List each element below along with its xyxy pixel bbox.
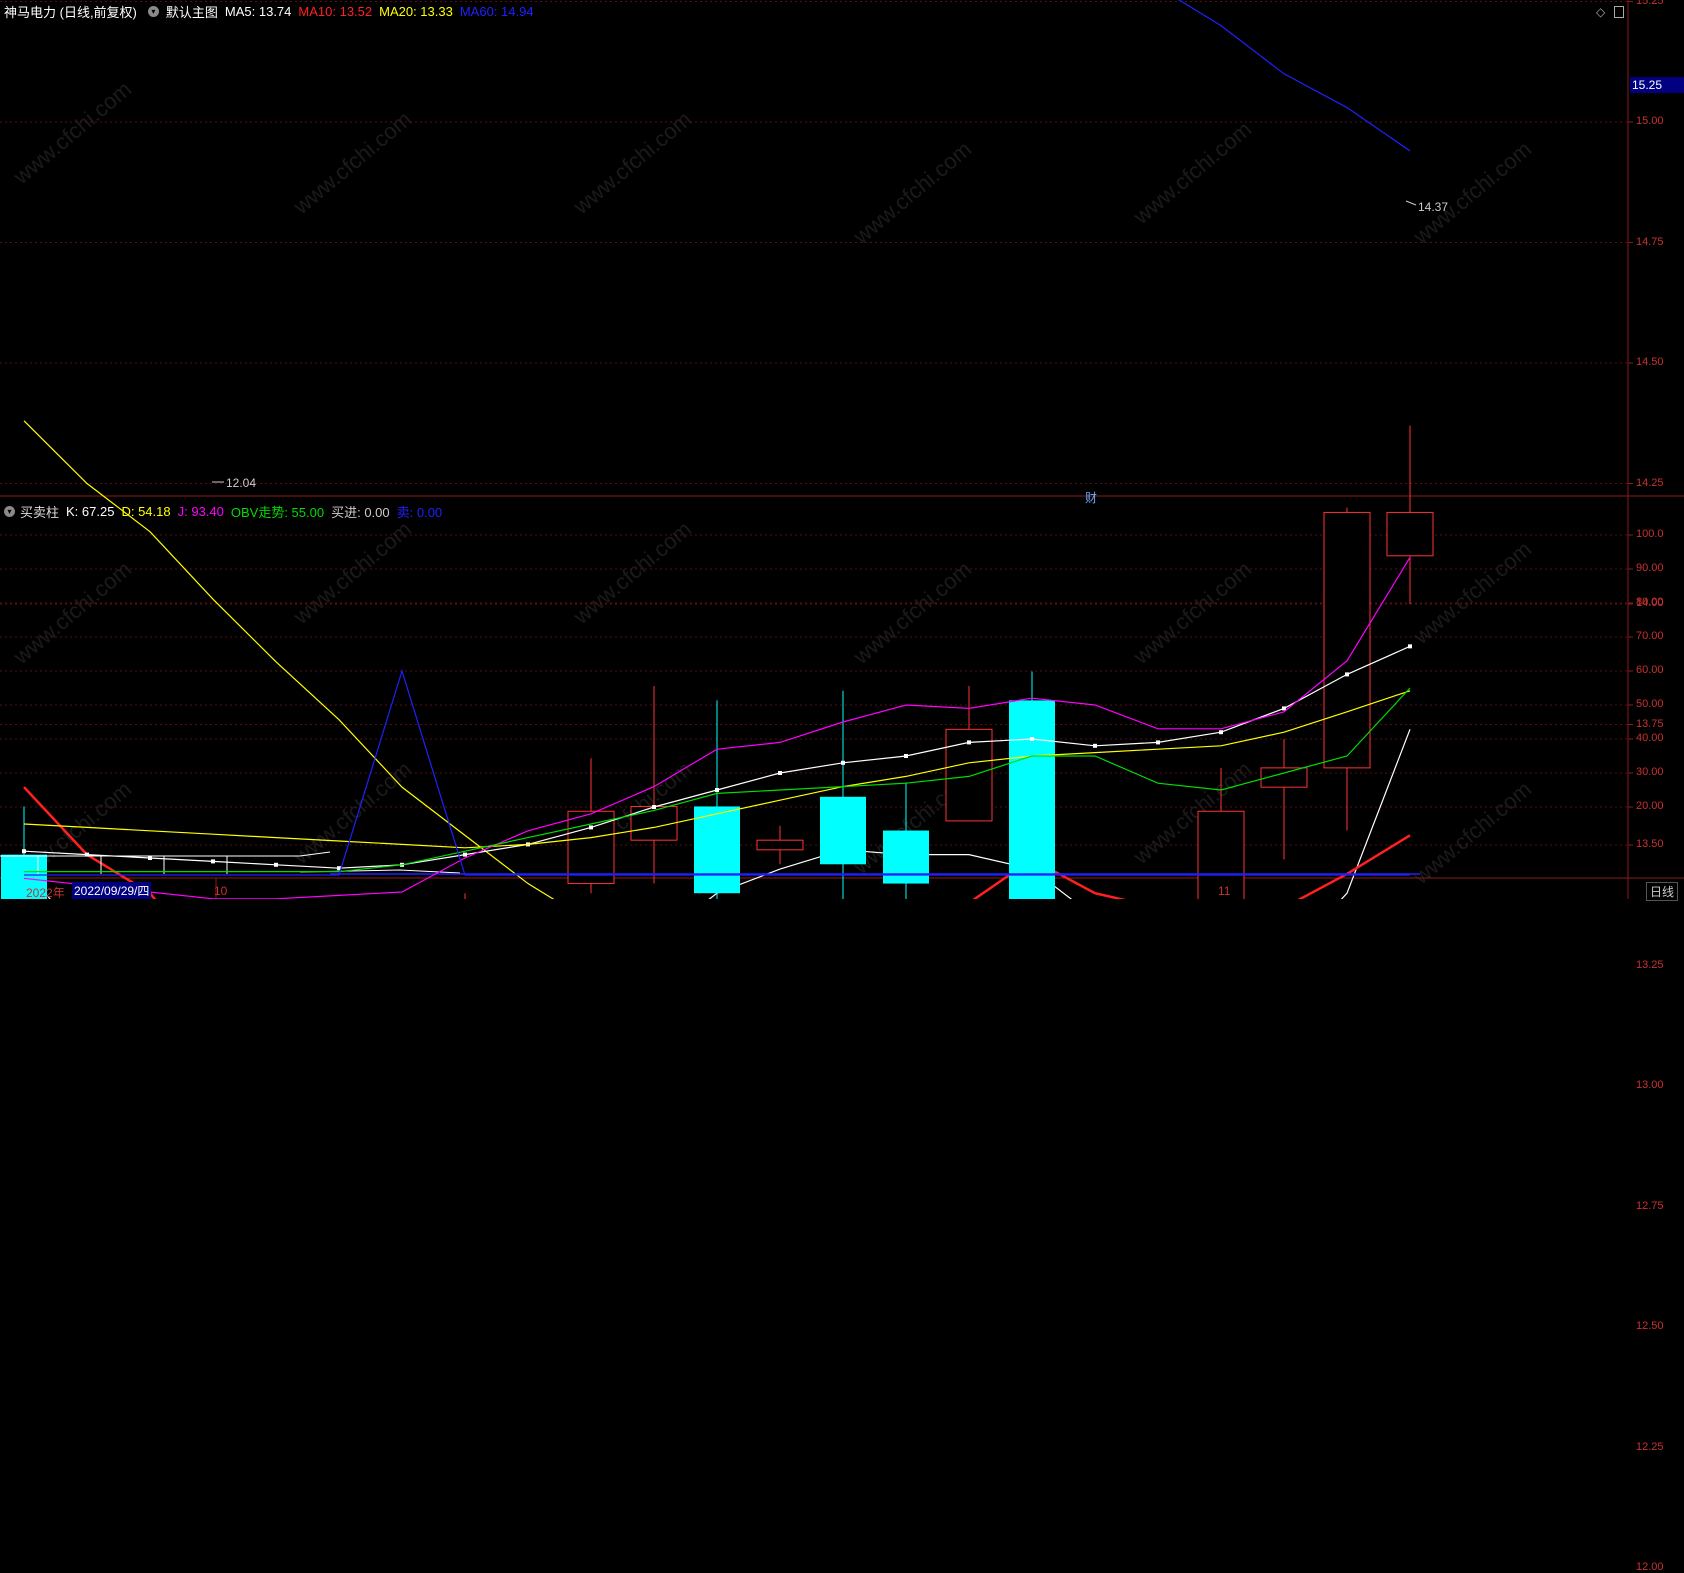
- price-tick-label: 13.25: [1636, 958, 1664, 971]
- indicator-tick-label: 90.00: [1636, 562, 1664, 574]
- indicator-tick-label: 30.00: [1636, 766, 1664, 778]
- k-point-marker: [589, 825, 593, 830]
- indicator-tick-label: 20.00: [1636, 800, 1664, 812]
- x-month-nov: 11: [1218, 884, 1231, 898]
- x-month-oct: 10: [214, 884, 228, 898]
- candle-body-up: [1386, 511, 1434, 557]
- k-point-marker: [1282, 706, 1286, 711]
- k-point-marker: [715, 788, 719, 792]
- k-point-marker: [463, 852, 467, 857]
- indicator-tick-label: 50.00: [1636, 698, 1664, 710]
- price-tick-label: 12.00: [1636, 1561, 1664, 1573]
- high-annotation: 14.37: [1418, 200, 1449, 214]
- finance-marker[interactable]: 财: [1085, 489, 1097, 506]
- price-tick-label: 12.75: [1636, 1199, 1664, 1212]
- period-tab[interactable]: 日线: [1646, 882, 1679, 901]
- k-point-marker: [85, 852, 89, 857]
- k-point-marker: [274, 862, 278, 867]
- k-point-marker: [148, 856, 152, 860]
- candle-body-down: [1009, 700, 1055, 899]
- indicator-tick-label: 70.00: [1636, 630, 1664, 642]
- candle-body-up: [756, 839, 804, 851]
- x-year-label: 2022年: [26, 886, 65, 900]
- price-tick-label: 12.50: [1636, 1320, 1664, 1332]
- indicator-tick-label: 80.00: [1636, 596, 1664, 608]
- price-tick-label: 14.25: [1636, 476, 1664, 489]
- k-point-marker: [1030, 737, 1034, 741]
- price-tick-label: 15.00: [1636, 115, 1664, 127]
- indicator-tick-label: 100.0: [1636, 528, 1664, 540]
- chart-canvas[interactable]: [0, 0, 1684, 899]
- k-point-marker: [1156, 740, 1160, 745]
- price-tick-label: 13.50: [1636, 838, 1664, 850]
- current-price-badge: 15.25: [1630, 77, 1684, 93]
- k-point-marker: [778, 771, 782, 775]
- candle-body-up: [630, 805, 678, 841]
- price-tick-label: 15.25: [1636, 0, 1664, 7]
- k-point-marker: [841, 760, 845, 765]
- low-annotation: 12.04: [226, 476, 257, 490]
- k-point-marker: [967, 740, 971, 745]
- k-point-marker: [904, 754, 908, 758]
- k-point-marker: [652, 805, 656, 809]
- price-tick-label: 14.75: [1636, 235, 1664, 248]
- candle-body-up: [1323, 511, 1371, 769]
- k-point-marker: [211, 859, 215, 864]
- k-point-marker: [1345, 672, 1349, 677]
- candle-body-down: [883, 830, 929, 884]
- ma-line-ma60: [1178, 0, 1411, 152]
- price-tick-label: 13.75: [1636, 717, 1664, 730]
- k-point-marker: [22, 849, 26, 854]
- price-tick-label: 12.25: [1636, 1440, 1664, 1453]
- high-pointer: [1405, 200, 1417, 206]
- indicator-tick-label: 40.00: [1636, 732, 1664, 744]
- price-tick-label: 14.50: [1636, 356, 1664, 368]
- k-point-marker: [1408, 644, 1412, 649]
- date-cursor-label: 2022/09/29/四: [72, 882, 152, 899]
- k-point-marker: [1093, 743, 1097, 748]
- candle-body-down: [820, 796, 866, 865]
- k-point-marker: [1219, 730, 1223, 735]
- indicator-tick-label: 60.00: [1636, 664, 1664, 676]
- price-tick-label: 13.00: [1636, 1079, 1664, 1091]
- candle-body-down: [694, 806, 740, 894]
